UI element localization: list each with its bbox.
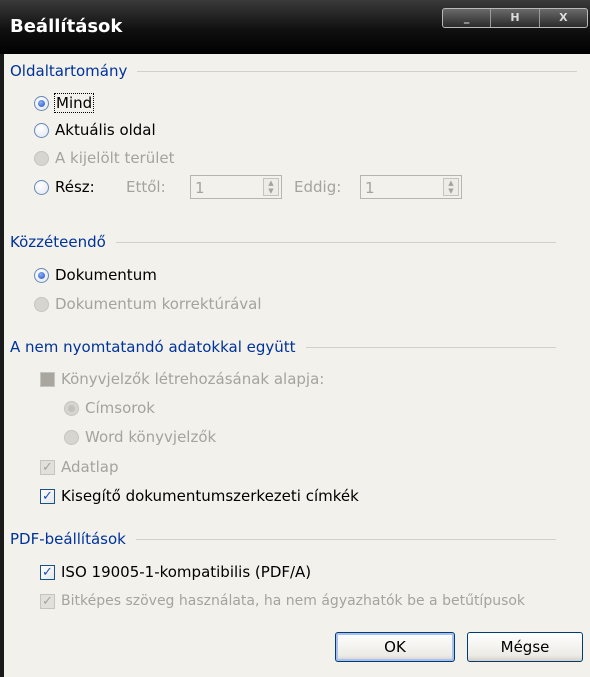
- bitmap-text-checkbox: ✓: [40, 593, 55, 609]
- create-bookmarks-checkbox: [40, 371, 55, 387]
- radio-headings-label: Címsorok: [85, 399, 155, 417]
- divider: [305, 346, 556, 348]
- radio-document[interactable]: [34, 267, 49, 283]
- doc-properties-label: Adatlap: [61, 458, 119, 476]
- radio-all-row[interactable]: Mind: [34, 91, 95, 115]
- bitmap-text-row: ✓ Bitképes szöveg használata, ha nem ágy…: [40, 589, 525, 613]
- divider: [137, 70, 578, 72]
- structure-tags-checkbox[interactable]: ✓: [40, 488, 55, 504]
- radio-document-label: Dokumentum: [55, 266, 157, 284]
- radio-headings-row: Címsorok: [64, 396, 155, 420]
- window-title: Beállítások: [10, 16, 123, 37]
- radio-headings: [64, 400, 79, 416]
- bitmap-text-label: Bitképes szöveg használata, ha nem ágyaz…: [61, 593, 526, 609]
- radio-current-page[interactable]: [34, 122, 49, 138]
- radio-word-bookmarks: [64, 429, 79, 445]
- publish-title: Közzéteendő: [10, 233, 106, 251]
- structure-tags-label: Kisegítő dokumentumszerkezeti címkék: [61, 487, 359, 505]
- radio-document-markup-row: Dokumentum korrektúrával: [34, 292, 262, 316]
- radio-word-bookmarks-label: Word könyvjelzők: [85, 428, 217, 446]
- to-label: Eddig:: [294, 178, 342, 196]
- radio-current-label: Aktuális oldal: [55, 121, 156, 139]
- radio-selection-label: A kijelölt terület: [55, 149, 175, 167]
- to-spinner-arrows[interactable]: ▲ ▼: [443, 178, 459, 196]
- radio-document-markup: [34, 296, 49, 312]
- doc-properties-checkbox: ✓: [40, 459, 55, 475]
- from-spinner-arrows[interactable]: ▲ ▼: [263, 178, 279, 196]
- doc-properties-row: ✓ Adatlap: [40, 455, 118, 479]
- cancel-button[interactable]: Mégse: [467, 632, 583, 662]
- options-dialog: Beállítások _ H X Oldaltartomány Mind Ak…: [0, 0, 590, 677]
- divider: [115, 241, 556, 243]
- iso-label: ISO 19005-1-kompatibilis (PDF/A): [61, 563, 312, 581]
- structure-tags-row[interactable]: ✓ Kisegítő dokumentumszerkezeti címkék: [40, 484, 359, 508]
- publish-header: Közzéteendő: [10, 231, 556, 253]
- radio-pages-row[interactable]: Rész:: [34, 175, 95, 199]
- radio-pages-label: Rész:: [55, 178, 95, 196]
- radio-all[interactable]: [34, 95, 49, 111]
- help-button[interactable]: H: [490, 9, 538, 27]
- dialog-body: Oldaltartomány Mind Aktuális oldal A kij…: [4, 54, 590, 677]
- ok-button[interactable]: OK: [335, 632, 455, 662]
- minimize-button[interactable]: _: [443, 9, 490, 27]
- create-bookmarks-row: Könyvjelzők létrehozásának alapja:: [40, 367, 324, 391]
- radio-selection: [34, 150, 49, 166]
- page-range-header: Oldaltartomány: [10, 60, 578, 82]
- title-bar[interactable]: Beállítások _ H X: [0, 0, 590, 54]
- radio-pages[interactable]: [34, 179, 49, 195]
- from-value: 1: [195, 179, 205, 197]
- to-label-row: Eddig:: [294, 175, 341, 199]
- to-value: 1: [365, 179, 375, 197]
- pdf-options-header: PDF-beállítások: [10, 528, 556, 550]
- radio-current-row[interactable]: Aktuális oldal: [34, 118, 156, 142]
- from-label: Ettől:: [126, 178, 166, 196]
- iso-row[interactable]: ✓ ISO 19005-1-kompatibilis (PDF/A): [40, 560, 311, 584]
- radio-all-label: Mind: [53, 93, 95, 113]
- iso-checkbox[interactable]: ✓: [40, 564, 55, 580]
- radio-document-markup-label: Dokumentum korrektúrával: [55, 295, 262, 313]
- divider: [135, 538, 556, 540]
- radio-word-bookmarks-row: Word könyvjelzők: [64, 425, 216, 449]
- radio-document-row[interactable]: Dokumentum: [34, 263, 157, 287]
- page-range-title: Oldaltartomány: [10, 62, 128, 80]
- non-printing-header: A nem nyomtatandó adatokkal együtt: [10, 336, 556, 358]
- from-spinner[interactable]: 1 ▲ ▼: [190, 175, 282, 199]
- pdf-options-title: PDF-beállítások: [10, 530, 126, 548]
- create-bookmarks-label: Könyvjelzők létrehozásának alapja:: [61, 370, 325, 388]
- radio-selection-row: A kijelölt terület: [34, 146, 175, 170]
- non-printing-title: A nem nyomtatandó adatokkal együtt: [10, 338, 296, 356]
- caption-buttons: _ H X: [442, 8, 588, 28]
- close-button[interactable]: X: [538, 9, 587, 27]
- to-spinner[interactable]: 1 ▲ ▼: [360, 175, 462, 199]
- from-label-row: Ettől:: [126, 175, 166, 199]
